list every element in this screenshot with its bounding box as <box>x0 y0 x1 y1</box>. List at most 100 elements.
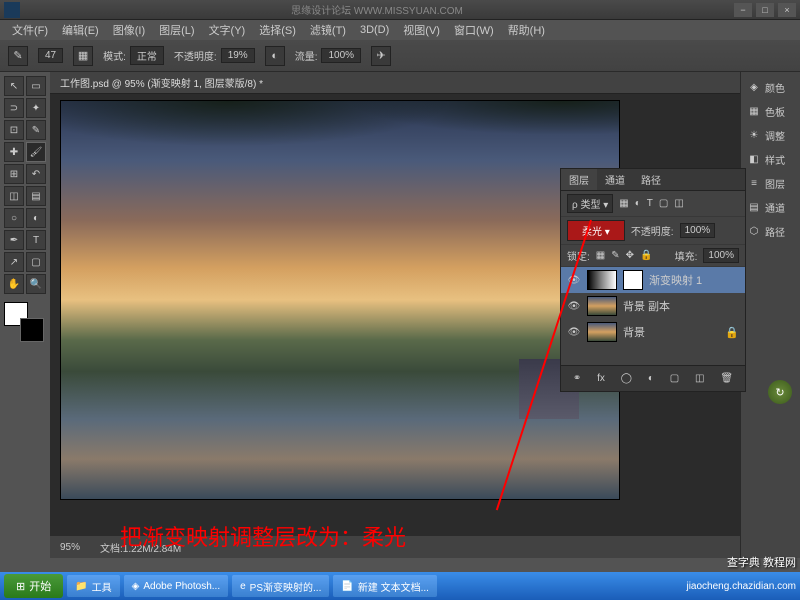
move-tool[interactable]: ↖ <box>4 76 24 96</box>
menu-select[interactable]: 选择(S) <box>253 20 302 40</box>
tab-paths[interactable]: 路径 <box>633 169 669 190</box>
document-tab[interactable]: 工作图.psd @ 95% (渐变映射 1, 图层蒙版/8) * <box>50 72 740 94</box>
flow-select[interactable]: 100% <box>321 48 361 63</box>
hand-tool[interactable]: ✋ <box>4 274 24 294</box>
filter-shape-icon[interactable]: ▢ <box>659 198 668 209</box>
blur-tool[interactable]: ○ <box>4 208 24 228</box>
blend-mode-select[interactable]: 柔光 ▾ <box>567 220 625 241</box>
fill-select[interactable]: 100% <box>703 248 739 263</box>
layer-thumb[interactable] <box>587 322 617 342</box>
filter-pixel-icon[interactable]: ▦ <box>619 198 628 209</box>
ps-icon: ◈ <box>132 581 140 592</box>
filter-adjust-icon[interactable]: ◐ <box>635 198 641 209</box>
crop-tool[interactable]: ⊡ <box>4 120 24 140</box>
gradient-tool[interactable]: ▤ <box>26 186 46 206</box>
layer-thumb[interactable] <box>587 270 617 290</box>
stamp-tool[interactable]: ⊞ <box>4 164 24 184</box>
history-brush-tool[interactable]: ↶ <box>26 164 46 184</box>
menu-file[interactable]: 文件(F) <box>6 20 54 40</box>
background-color[interactable] <box>20 318 44 342</box>
system-tray[interactable]: jiaocheng.chazidian.com <box>686 581 796 592</box>
adjustment-icon[interactable]: ◐ <box>648 373 654 384</box>
filter-smart-icon[interactable]: ◫ <box>674 198 683 209</box>
brush-tool[interactable]: 🖌 <box>26 142 46 162</box>
mode-select[interactable]: 正常 <box>130 46 164 65</box>
windows-logo-icon: ⊞ <box>16 580 25 593</box>
dodge-tool[interactable]: ◐ <box>26 208 46 228</box>
menu-3d[interactable]: 3D(D) <box>354 22 395 38</box>
fx-icon[interactable]: fx <box>597 373 605 384</box>
menu-help[interactable]: 帮助(H) <box>502 20 551 40</box>
start-button[interactable]: ⊞ 开始 <box>4 574 63 598</box>
layer-bg[interactable]: 👁 背景 🔒 <box>561 319 745 345</box>
brush-panel-icon[interactable]: ▦ <box>73 46 93 66</box>
dock-paths[interactable]: ⬡路径 <box>743 220 798 242</box>
document-image[interactable] <box>60 100 620 500</box>
task-notepad[interactable]: 📄新建 文本文档... <box>333 575 437 597</box>
layer-thumb[interactable] <box>587 296 617 316</box>
layer-name[interactable]: 渐变映射 1 <box>649 272 702 288</box>
lock-all-icon[interactable]: 🔒 <box>640 250 652 261</box>
layer-name[interactable]: 背景 <box>623 324 645 340</box>
task-tools[interactable]: 📁工具 <box>67 575 119 597</box>
task-ie[interactable]: ePS渐变映射的... <box>232 575 329 597</box>
color-swatches[interactable] <box>4 302 44 342</box>
maximize-button[interactable]: □ <box>756 3 774 17</box>
opacity-select[interactable]: 19% <box>221 48 255 63</box>
pressure-opacity-icon[interactable]: ◐ <box>265 46 285 66</box>
dock-layers[interactable]: ≡图层 <box>743 172 798 194</box>
tab-layers[interactable]: 图层 <box>561 169 597 190</box>
mask-icon[interactable]: ◯ <box>621 373 632 384</box>
dock-color[interactable]: ◈颜色 <box>743 76 798 98</box>
menu-window[interactable]: 窗口(W) <box>448 20 500 40</box>
menu-type[interactable]: 文字(Y) <box>203 20 252 40</box>
menu-layer[interactable]: 图层(L) <box>153 20 200 40</box>
layer-name[interactable]: 背景 副本 <box>623 298 670 314</box>
layer-bg-copy[interactable]: 👁 背景 副本 <box>561 293 745 319</box>
filter-kind-select[interactable]: ρ 类型 ▾ <box>567 194 613 213</box>
lock-position-icon[interactable]: ✥ <box>626 250 634 261</box>
mask-thumb[interactable] <box>623 270 643 290</box>
dock-styles[interactable]: ◧样式 <box>743 148 798 170</box>
pen-tool[interactable]: ✒ <box>4 230 24 250</box>
menu-image[interactable]: 图像(I) <box>107 20 151 40</box>
airbrush-icon[interactable]: ✈ <box>371 46 391 66</box>
new-layer-icon[interactable]: ◫ <box>695 373 704 384</box>
dock-adjustments[interactable]: ☀调整 <box>743 124 798 146</box>
tray-site: jiaocheng.chazidian.com <box>686 581 796 592</box>
visibility-icon[interactable]: 👁 <box>567 299 581 313</box>
dock-swatches[interactable]: ▦色板 <box>743 100 798 122</box>
menu-edit[interactable]: 编辑(E) <box>56 20 105 40</box>
wand-tool[interactable]: ✦ <box>26 98 46 118</box>
minimize-button[interactable]: − <box>734 3 752 17</box>
eyedropper-tool[interactable]: ✎ <box>26 120 46 140</box>
lock-pixels-icon[interactable]: ✎ <box>611 250 619 261</box>
marquee-tool[interactable]: ▭ <box>26 76 46 96</box>
lock-transparent-icon[interactable]: ▦ <box>596 250 605 261</box>
close-button[interactable]: × <box>778 3 796 17</box>
brush-tool-icon[interactable]: ✎ <box>8 46 28 66</box>
corner-widget-icon[interactable]: ↻ <box>768 380 792 404</box>
layer-gradient-map[interactable]: 👁 渐变映射 1 <box>561 267 745 293</box>
layer-opacity-select[interactable]: 100% <box>680 223 716 238</box>
menu-view[interactable]: 视图(V) <box>397 20 446 40</box>
brush-size-select[interactable]: 47 <box>38 48 63 63</box>
type-tool[interactable]: T <box>26 230 46 250</box>
tab-channels[interactable]: 通道 <box>597 169 633 190</box>
eraser-tool[interactable]: ◫ <box>4 186 24 206</box>
task-photoshop[interactable]: ◈Adobe Photosh... <box>124 575 228 597</box>
filter-type-icon[interactable]: T <box>647 198 653 209</box>
shape-tool[interactable]: ▢ <box>26 252 46 272</box>
heal-tool[interactable]: ✚ <box>4 142 24 162</box>
lasso-tool[interactable]: ⊃ <box>4 98 24 118</box>
zoom-level[interactable]: 95% <box>60 542 80 553</box>
lock-icon: 🔒 <box>725 326 739 339</box>
menu-filter[interactable]: 滤镜(T) <box>304 20 352 40</box>
path-tool[interactable]: ↗ <box>4 252 24 272</box>
group-icon[interactable]: ▢ <box>670 373 679 384</box>
visibility-icon[interactable]: 👁 <box>567 325 581 339</box>
delete-layer-icon[interactable]: 🗑 <box>720 373 733 384</box>
link-layers-icon[interactable]: ⚭ <box>573 373 581 384</box>
zoom-tool[interactable]: 🔍 <box>26 274 46 294</box>
dock-channels[interactable]: ▤通道 <box>743 196 798 218</box>
